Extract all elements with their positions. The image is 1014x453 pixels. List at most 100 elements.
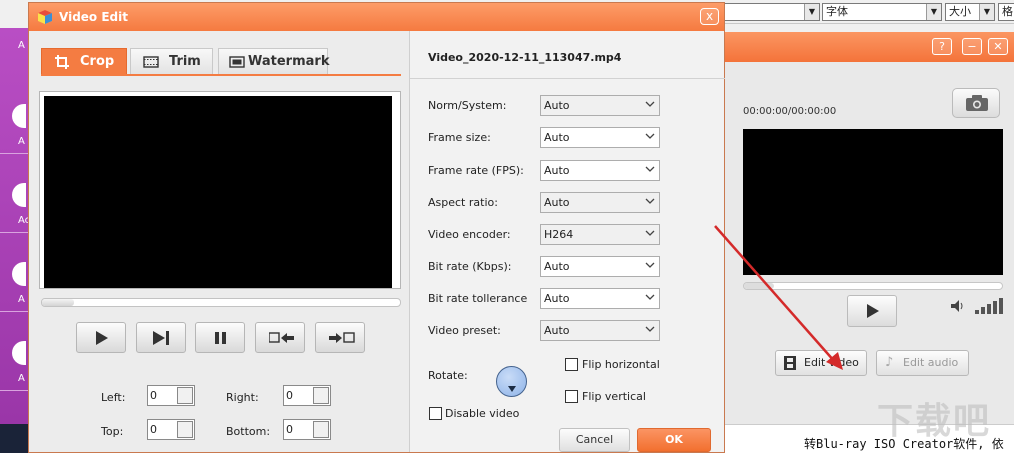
bg-size-combo[interactable]: 大小 ▼ bbox=[945, 3, 995, 21]
crop-bottom-value: 0 bbox=[286, 423, 293, 436]
background-toolbar: ▼ 字体 ▼ 大小 ▼ 格 bbox=[720, 0, 1014, 24]
chevron-down-icon bbox=[645, 326, 655, 332]
chevron-down-icon bbox=[645, 262, 655, 268]
frame-size-label: Frame size: bbox=[428, 131, 491, 144]
bit-rate-select[interactable]: Auto bbox=[540, 256, 660, 277]
crop-right-input[interactable]: 0 bbox=[283, 385, 331, 406]
aspect-ratio-value: Auto bbox=[544, 196, 570, 209]
spin-arrows-icon[interactable] bbox=[177, 387, 193, 404]
tab-watermark-label: Watermark bbox=[248, 54, 330, 69]
chevron-down-icon bbox=[645, 101, 655, 107]
aspect-ratio-select[interactable]: Auto bbox=[540, 192, 660, 213]
play-icon bbox=[96, 331, 108, 345]
chevron-down-icon bbox=[645, 198, 655, 204]
timeline-slider[interactable] bbox=[41, 298, 401, 307]
bg-window-titlebar: ? − ✕ bbox=[725, 32, 1014, 62]
disable-video-label: Disable video bbox=[445, 407, 520, 420]
video-preset-select[interactable]: Auto bbox=[540, 320, 660, 341]
rotate-dial[interactable] bbox=[496, 366, 527, 397]
bg-close-button[interactable]: ✕ bbox=[988, 38, 1008, 55]
frame-size-select[interactable]: Auto bbox=[540, 127, 660, 148]
bg-preview-screen bbox=[743, 129, 1003, 275]
flip-horizontal-checkbox[interactable] bbox=[565, 358, 578, 371]
bg-format-combo[interactable]: 格 bbox=[998, 3, 1014, 21]
play-button[interactable] bbox=[76, 322, 126, 353]
crop-top-input[interactable]: 0 bbox=[147, 419, 195, 440]
video-encoder-label: Video encoder: bbox=[428, 228, 511, 241]
disable-video-checkbox[interactable] bbox=[429, 407, 442, 420]
norm-system-select[interactable]: Auto bbox=[540, 95, 660, 116]
spin-arrows-icon[interactable] bbox=[313, 421, 329, 438]
video-encoder-value: H264 bbox=[544, 228, 574, 241]
aspect-ratio-label: Aspect ratio: bbox=[428, 196, 498, 209]
bg-left-title: A bbox=[18, 40, 25, 51]
timeline-thumb[interactable] bbox=[42, 299, 74, 306]
chevron-down-icon bbox=[645, 294, 655, 300]
frame-rate-label: Frame rate (FPS): bbox=[428, 164, 524, 177]
tab-watermark[interactable]: Watermark bbox=[218, 48, 330, 74]
next-frame-button[interactable] bbox=[136, 322, 186, 353]
crop-left-label: Left: bbox=[101, 391, 126, 404]
chevron-down-icon: ▼ bbox=[804, 4, 819, 20]
video-preview-screen bbox=[44, 96, 392, 288]
edit-audio-button[interactable]: ♪ Edit audio bbox=[876, 350, 969, 376]
bit-rate-tolerance-value: Auto bbox=[544, 292, 570, 305]
bg-left-tile-label: A bbox=[18, 373, 25, 384]
crop-left-value: 0 bbox=[150, 389, 157, 402]
video-encoder-select[interactable]: H264 bbox=[540, 224, 660, 245]
pause-button[interactable] bbox=[195, 322, 245, 353]
spin-arrows-icon[interactable] bbox=[177, 421, 193, 438]
bg-left-tile[interactable]: A bbox=[0, 76, 28, 154]
watermark-icon bbox=[229, 56, 245, 68]
bg-font-combo[interactable]: 字体 ▼ bbox=[822, 3, 942, 21]
bg-help-button[interactable]: ? bbox=[932, 38, 952, 55]
frame-rate-select[interactable]: Auto bbox=[540, 160, 660, 181]
bg-left-tile[interactable]: A bbox=[0, 234, 28, 312]
film-strip-icon bbox=[143, 56, 159, 68]
crop-bottom-label: Bottom: bbox=[226, 425, 271, 438]
chevron-down-icon bbox=[645, 166, 655, 172]
flip-vertical-label: Flip vertical bbox=[582, 390, 646, 403]
edit-video-button[interactable]: Edit video bbox=[775, 350, 867, 376]
tab-trim[interactable]: Trim bbox=[130, 48, 213, 74]
flip-vertical-checkbox[interactable] bbox=[565, 390, 578, 403]
slider-thumb[interactable] bbox=[744, 283, 774, 289]
volume-level-icon[interactable] bbox=[975, 298, 1005, 314]
bg-left-tile[interactable]: A bbox=[0, 313, 28, 391]
bit-rate-tolerance-select[interactable]: Auto bbox=[540, 288, 660, 309]
bg-combo-1[interactable]: ▼ bbox=[720, 3, 820, 21]
dialog-close-button[interactable]: x bbox=[700, 8, 719, 25]
ok-button[interactable]: OK bbox=[637, 428, 711, 452]
chevron-down-icon: ▼ bbox=[979, 4, 994, 20]
bg-left-tile[interactable]: Ac bbox=[0, 155, 30, 233]
cancel-button[interactable]: Cancel bbox=[559, 428, 630, 452]
rotate-label: Rotate: bbox=[428, 369, 468, 382]
snapshot-button[interactable] bbox=[952, 88, 1000, 118]
video-preview[interactable] bbox=[39, 91, 401, 289]
frame-rate-value: Auto bbox=[544, 164, 570, 177]
bg-play-button[interactable] bbox=[847, 295, 897, 327]
tab-crop[interactable]: Crop bbox=[41, 48, 127, 74]
mark-in-button[interactable] bbox=[255, 322, 305, 353]
edit-video-label: Edit video bbox=[804, 356, 859, 369]
dialog-titlebar[interactable]: Video Edit x bbox=[29, 3, 724, 31]
spin-arrows-icon[interactable] bbox=[313, 387, 329, 404]
preview-panel: Crop Trim Watermark Left: 0 Right: 0 Top… bbox=[29, 31, 409, 452]
bg-preview-slider[interactable] bbox=[743, 282, 1003, 290]
crop-left-input[interactable]: 0 bbox=[147, 385, 195, 406]
crop-right-value: 0 bbox=[286, 389, 293, 402]
flip-horizontal-label: Flip horizontal bbox=[582, 358, 660, 371]
video-edit-dialog: Video Edit x Crop Trim Watermark Left: 0… bbox=[28, 2, 725, 453]
background-left-rail: A Ac A A bbox=[0, 28, 30, 424]
settings-panel: Video_2020-12-11_113047.mp4 Norm/System:… bbox=[409, 31, 725, 452]
speaker-icon[interactable] bbox=[951, 300, 965, 315]
bg-size-combo-value: 大小 bbox=[949, 5, 971, 18]
rotate-pointer-icon bbox=[508, 386, 516, 392]
crop-top-value: 0 bbox=[150, 423, 157, 436]
file-name: Video_2020-12-11_113047.mp4 bbox=[428, 51, 622, 64]
crop-bottom-input[interactable]: 0 bbox=[283, 419, 331, 440]
bit-rate-tolerance-label: Bit rate tollerance bbox=[428, 292, 528, 305]
bg-minimize-button[interactable]: − bbox=[962, 38, 982, 55]
camera-icon bbox=[966, 95, 988, 111]
mark-out-button[interactable] bbox=[315, 322, 365, 353]
